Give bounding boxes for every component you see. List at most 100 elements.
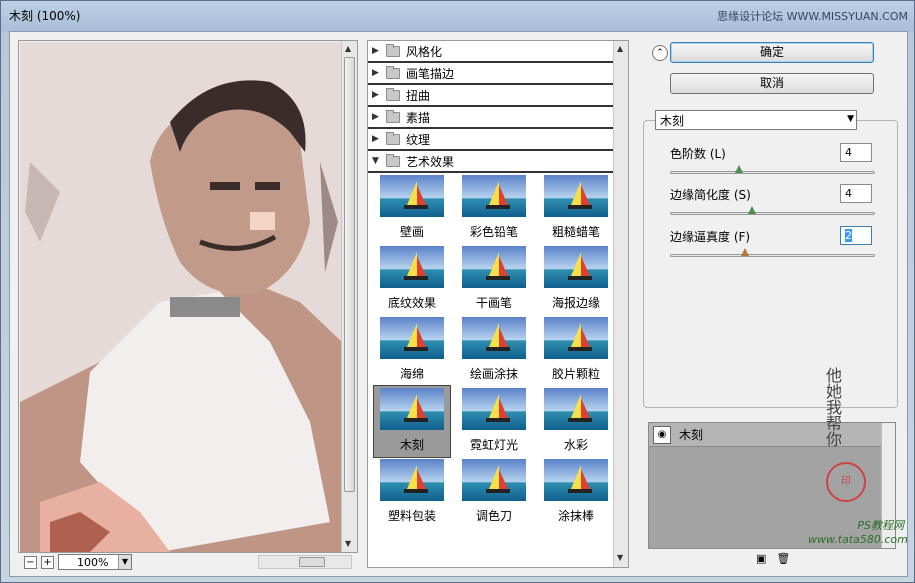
param-label: 色阶数 (L) bbox=[670, 147, 726, 161]
sailboat-thumbnail-icon bbox=[462, 388, 526, 430]
scroll-down-icon[interactable]: ▼ bbox=[617, 553, 623, 562]
filter-thumbnail-10[interactable]: 霓虹灯光 bbox=[456, 386, 532, 457]
filter-thumbnail-9[interactable]: 木刻 bbox=[373, 385, 451, 458]
filter-thumbnail-4[interactable]: 干画笔 bbox=[456, 244, 532, 315]
sailboat-thumbnail-icon bbox=[462, 175, 526, 217]
filter-thumbnail-1[interactable]: 彩色铅笔 bbox=[456, 173, 532, 244]
settings-panel: ⌃ 确定 取消 色阶数 (L) 4 边缘简化度 (S) 4 边缘逼真度 (F) bbox=[640, 32, 908, 578]
filter-thumbnail-2[interactable]: 粗糙蜡笔 bbox=[538, 173, 614, 244]
sailboat-thumbnail-icon bbox=[462, 459, 526, 501]
filter-category-2[interactable]: ▶ 扭曲 bbox=[368, 85, 628, 107]
filter-thumbnail-label: 霓虹灯光 bbox=[469, 438, 518, 452]
triangle-right-icon[interactable]: ▶ bbox=[372, 112, 380, 122]
filter-thumbnail-label: 涂抹棒 bbox=[557, 509, 594, 523]
filter-thumbnail-label: 海报边缘 bbox=[551, 296, 600, 310]
chevron-down-icon: ▼ bbox=[118, 555, 131, 569]
triangle-down-icon[interactable]: ▼ bbox=[372, 156, 380, 166]
triangle-right-icon[interactable]: ▶ bbox=[372, 134, 380, 144]
filter-thumbnail-label: 粗糙蜡笔 bbox=[551, 225, 600, 239]
filter-thumbnail-6[interactable]: 海绵 bbox=[374, 315, 450, 386]
edge-fidelity-slider-handle[interactable] bbox=[741, 248, 749, 256]
collapse-gallery-icon[interactable]: ⌃ bbox=[652, 45, 668, 61]
edge-fidelity-input[interactable]: 2 bbox=[840, 226, 872, 245]
cancel-button[interactable]: 取消 bbox=[670, 73, 874, 94]
sailboat-thumbnail-icon bbox=[380, 388, 444, 430]
sailboat-thumbnail-icon bbox=[544, 459, 608, 501]
folder-icon bbox=[386, 109, 400, 123]
dialog-client: ▲ ▼ − + 100% ▼ ▶ 风格化 ▶ 画笔描边 ▶ 扭曲 ▶ 素描 ▶ 纹理 ▼ 艺术效果 壁… bbox=[9, 31, 908, 577]
scroll-down-icon[interactable]: ▼ bbox=[345, 539, 351, 548]
edge-simplicity-slider-handle[interactable] bbox=[748, 206, 756, 214]
scroll-up-icon[interactable]: ▲ bbox=[345, 44, 351, 53]
layer-actions: ▣ 🗑 bbox=[756, 552, 790, 565]
zoom-select[interactable]: 100% ▼ bbox=[58, 554, 132, 570]
filter-thumbnail-label: 绘画涂抹 bbox=[469, 367, 518, 381]
filter-category-1[interactable]: ▶ 画笔描边 bbox=[368, 63, 628, 85]
signature-watermark: 他她我帮你 bbox=[823, 367, 842, 447]
preview-horizontal-scrollbar[interactable] bbox=[258, 555, 352, 569]
filter-category-5[interactable]: ▼ 艺术效果 bbox=[368, 151, 628, 173]
filter-thumbnail-label: 彩色铅笔 bbox=[469, 225, 518, 239]
preview-vertical-scrollbar[interactable]: ▲ ▼ bbox=[341, 41, 357, 552]
edge-fidelity-value: 2 bbox=[845, 229, 852, 242]
zoom-out-button[interactable]: − bbox=[24, 555, 37, 569]
filter-categories: ▶ 风格化 ▶ 画笔描边 ▶ 扭曲 ▶ 素描 ▶ 纹理 ▼ 艺术效果 bbox=[368, 41, 628, 173]
param-label: 边缘逼真度 (F) bbox=[670, 230, 751, 244]
filter-list-scrollbar[interactable]: ▲ ▼ bbox=[613, 41, 628, 567]
filter-category-0[interactable]: ▶ 风格化 bbox=[368, 41, 628, 63]
filter-thumbnail-14[interactable]: 涂抹棒 bbox=[538, 457, 614, 528]
edge-simplicity-input[interactable]: 4 bbox=[840, 184, 872, 203]
filter-thumbnail-3[interactable]: 底纹效果 bbox=[374, 244, 450, 315]
levels-slider-track[interactable] bbox=[670, 171, 875, 174]
top-watermark: 思缘设计论坛 WWW.MISSYUAN.COM bbox=[717, 10, 908, 23]
filter-thumbnail-11[interactable]: 水彩 bbox=[538, 386, 614, 457]
filter-thumbnail-label: 调色刀 bbox=[475, 509, 512, 523]
filter-thumbnail-5[interactable]: 海报边缘 bbox=[538, 244, 614, 315]
filter-thumbnail-label: 塑料包装 bbox=[387, 509, 436, 523]
hscroll-thumb[interactable] bbox=[299, 557, 325, 567]
preview-image[interactable] bbox=[20, 42, 342, 552]
levels-input[interactable]: 4 bbox=[840, 143, 872, 162]
triangle-right-icon[interactable]: ▶ bbox=[372, 46, 380, 56]
folder-icon bbox=[386, 87, 400, 101]
scroll-thumb[interactable] bbox=[344, 57, 355, 492]
effect-layer-row[interactable]: ◉ 木刻 bbox=[649, 423, 895, 447]
filter-category-label: 纹理 bbox=[406, 132, 431, 147]
zoom-value: 100% bbox=[77, 555, 109, 569]
filter-thumbnail-12[interactable]: 塑料包装 bbox=[374, 457, 450, 528]
triangle-right-icon[interactable]: ▶ bbox=[372, 90, 380, 100]
filter-category-label: 艺术效果 bbox=[406, 154, 455, 169]
filter-thumbnail-label: 水彩 bbox=[563, 438, 588, 452]
trash-icon[interactable]: 🗑 bbox=[776, 552, 790, 565]
folder-icon bbox=[386, 131, 400, 145]
folder-icon bbox=[386, 153, 400, 167]
new-layer-icon[interactable]: ▣ bbox=[756, 552, 766, 565]
edge-simplicity-slider-track[interactable] bbox=[670, 212, 875, 215]
folder-icon bbox=[386, 65, 400, 79]
edge-fidelity-slider-track[interactable] bbox=[670, 254, 875, 257]
preview-panel: ▲ ▼ bbox=[18, 40, 358, 553]
sailboat-thumbnail-icon bbox=[462, 246, 526, 288]
scroll-up-icon[interactable]: ▲ bbox=[617, 44, 623, 53]
filter-thumbnail-7[interactable]: 绘画涂抹 bbox=[456, 315, 532, 386]
filter-thumbnail-label: 胶片颗粒 bbox=[551, 367, 600, 381]
triangle-right-icon[interactable]: ▶ bbox=[372, 68, 380, 78]
filter-select[interactable]: 木刻 ▼ bbox=[655, 110, 857, 130]
sailboat-thumbnail-icon bbox=[380, 317, 444, 359]
filter-thumbnail-8[interactable]: 胶片颗粒 bbox=[538, 315, 614, 386]
chevron-down-icon: ▼ bbox=[847, 114, 854, 124]
eye-icon[interactable]: ◉ bbox=[653, 425, 671, 444]
sailboat-thumbnail-icon bbox=[380, 175, 444, 217]
levels-slider-handle[interactable] bbox=[735, 165, 743, 173]
ok-button[interactable]: 确定 bbox=[670, 42, 874, 63]
filter-category-3[interactable]: ▶ 素描 bbox=[368, 107, 628, 129]
filter-thumbnail-13[interactable]: 调色刀 bbox=[456, 457, 532, 528]
filter-params-group: 色阶数 (L) 4 边缘简化度 (S) 4 边缘逼真度 (F) 2 bbox=[643, 120, 898, 408]
filter-thumbnail-label: 干画笔 bbox=[475, 296, 512, 310]
zoom-in-button[interactable]: + bbox=[41, 555, 54, 569]
filter-thumbnail-0[interactable]: 壁画 bbox=[374, 173, 450, 244]
filter-thumbnail-label: 底纹效果 bbox=[387, 296, 436, 310]
sailboat-thumbnail-icon bbox=[380, 459, 444, 501]
sailboat-thumbnail-icon bbox=[544, 388, 608, 430]
filter-category-4[interactable]: ▶ 纹理 bbox=[368, 129, 628, 151]
